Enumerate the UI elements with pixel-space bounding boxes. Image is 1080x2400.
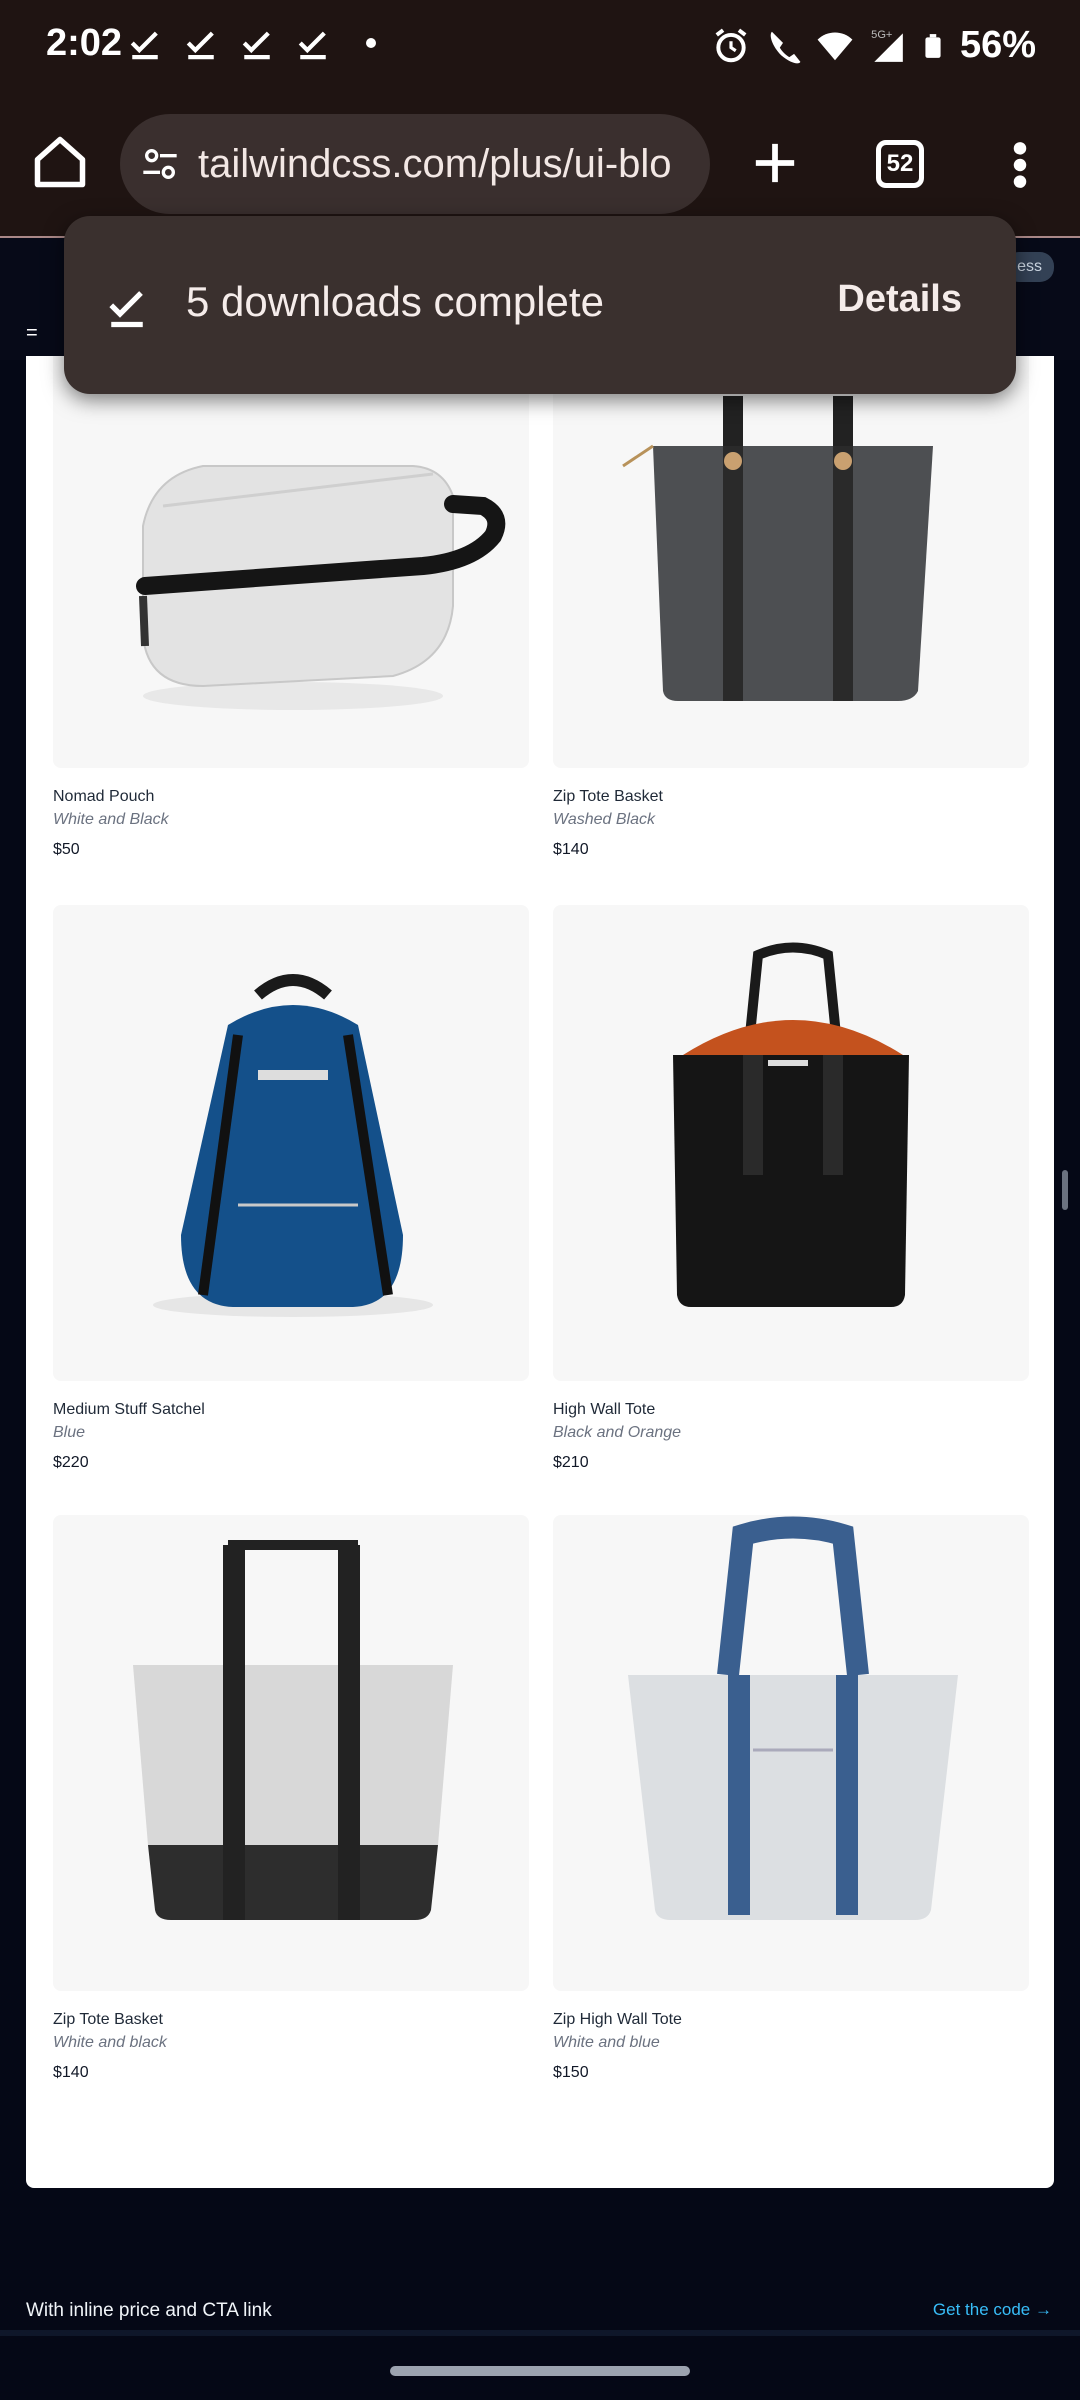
tab-switcher-button[interactable]: 52 xyxy=(876,140,924,188)
product-price: $150 xyxy=(553,2064,589,2081)
tote-image[interactable] xyxy=(553,356,1029,768)
backpack-image[interactable] xyxy=(53,905,529,1381)
notification-icons xyxy=(128,26,376,60)
battery-icon xyxy=(925,33,941,58)
system-icons: 5G+ 56% xyxy=(712,24,1036,67)
product-name[interactable]: Zip Tote Basket xyxy=(553,788,1029,810)
product-name[interactable]: High Wall Tote xyxy=(553,1401,1029,1423)
snackbar-message: 5 downloads complete xyxy=(186,278,604,325)
check-icon xyxy=(298,31,326,60)
check-icon xyxy=(242,31,270,60)
product-color: Blue xyxy=(53,1424,86,1441)
product-price: $220 xyxy=(53,1454,89,1471)
wifi-calling-icon xyxy=(770,31,801,63)
tote-image-art xyxy=(133,1540,453,1920)
status-time: 2:02 xyxy=(46,22,123,64)
product-card[interactable]: Zip Tote Basket Washed Black $140 xyxy=(553,356,1029,859)
alarm-icon xyxy=(715,28,747,62)
tote-image-art xyxy=(622,396,933,701)
pouch-image-art xyxy=(136,465,506,710)
check-icon xyxy=(186,31,214,60)
product-color: White and blue xyxy=(553,2034,660,2051)
download-snackbar: 5 downloads complete Details xyxy=(64,216,1016,394)
get-the-code-link[interactable]: Get the code → xyxy=(933,2300,1052,2320)
new-tab-icon[interactable] xyxy=(752,140,798,186)
product-card[interactable]: Zip High Wall Tote White and blue $150 xyxy=(553,1515,1029,2082)
home-icon[interactable] xyxy=(30,132,90,192)
product-color: White and black xyxy=(53,2034,167,2051)
browser-toolbar: tailwindcss.com/plus/ui-blo 52 xyxy=(0,92,1080,236)
pouch-image[interactable] xyxy=(53,356,529,768)
wifi-icon xyxy=(817,32,853,60)
tailwind-logo-icon[interactable] xyxy=(24,256,64,282)
product-name[interactable]: Medium Stuff Satchel xyxy=(53,1401,529,1423)
product-list-panel: Nomad Pouch White and Black $50 Zip Tote… xyxy=(26,356,1054,2188)
details-button[interactable]: Details xyxy=(837,278,962,321)
download-complete-icon xyxy=(109,291,143,328)
tote-image[interactable] xyxy=(553,1515,1029,1991)
status-bar: 2:02 5G+ 56% xyxy=(0,0,1080,92)
product-color: Washed Black xyxy=(553,811,655,828)
product-name[interactable]: Nomad Pouch xyxy=(53,788,529,810)
product-card[interactable]: Zip Tote Basket White and black $140 xyxy=(53,1515,529,2082)
more-notifications-dot xyxy=(366,38,376,48)
check-icon xyxy=(130,31,158,60)
site-settings-icon[interactable] xyxy=(140,144,180,184)
address-bar[interactable]: tailwindcss.com/plus/ui-blo xyxy=(120,114,710,214)
product-price: $140 xyxy=(53,2064,89,2081)
tote-image[interactable] xyxy=(553,905,1029,1381)
product-name[interactable]: Zip Tote Basket xyxy=(53,2011,529,2033)
product-price: $140 xyxy=(553,841,589,858)
tote-image-art xyxy=(628,1516,958,1920)
product-color: White and Black xyxy=(53,811,169,828)
product-card[interactable]: Nomad Pouch White and Black $50 xyxy=(53,356,529,859)
scrollbar-thumb[interactable] xyxy=(1062,1170,1068,1210)
product-card[interactable]: Medium Stuff Satchel Blue $220 xyxy=(53,905,529,1472)
product-price: $210 xyxy=(553,1454,589,1471)
backpack-image-art xyxy=(153,974,433,1317)
product-name[interactable]: Zip High Wall Tote xyxy=(553,2011,1029,2033)
product-color: Black and Orange xyxy=(553,1424,682,1441)
tote-image-art xyxy=(673,942,909,1307)
divider xyxy=(0,2330,1080,2336)
section-title: With inline price and CTA link xyxy=(26,2300,272,2321)
gesture-navigation-bar[interactable] xyxy=(390,2366,690,2376)
cell-signal-icon: 5G+ xyxy=(871,29,903,62)
overflow-menu-icon[interactable] xyxy=(1008,140,1032,190)
svg-text:5G+: 5G+ xyxy=(871,29,892,41)
product-price: $50 xyxy=(53,841,80,858)
url-text: tailwindcss.com/plus/ui-blo xyxy=(198,141,672,186)
tote-image[interactable] xyxy=(53,1515,529,1991)
product-card[interactable]: High Wall Tote Black and Orange $210 xyxy=(553,905,1029,1472)
menu-icon[interactable]: = xyxy=(26,322,38,345)
battery-percentage: 56% xyxy=(959,24,1036,66)
